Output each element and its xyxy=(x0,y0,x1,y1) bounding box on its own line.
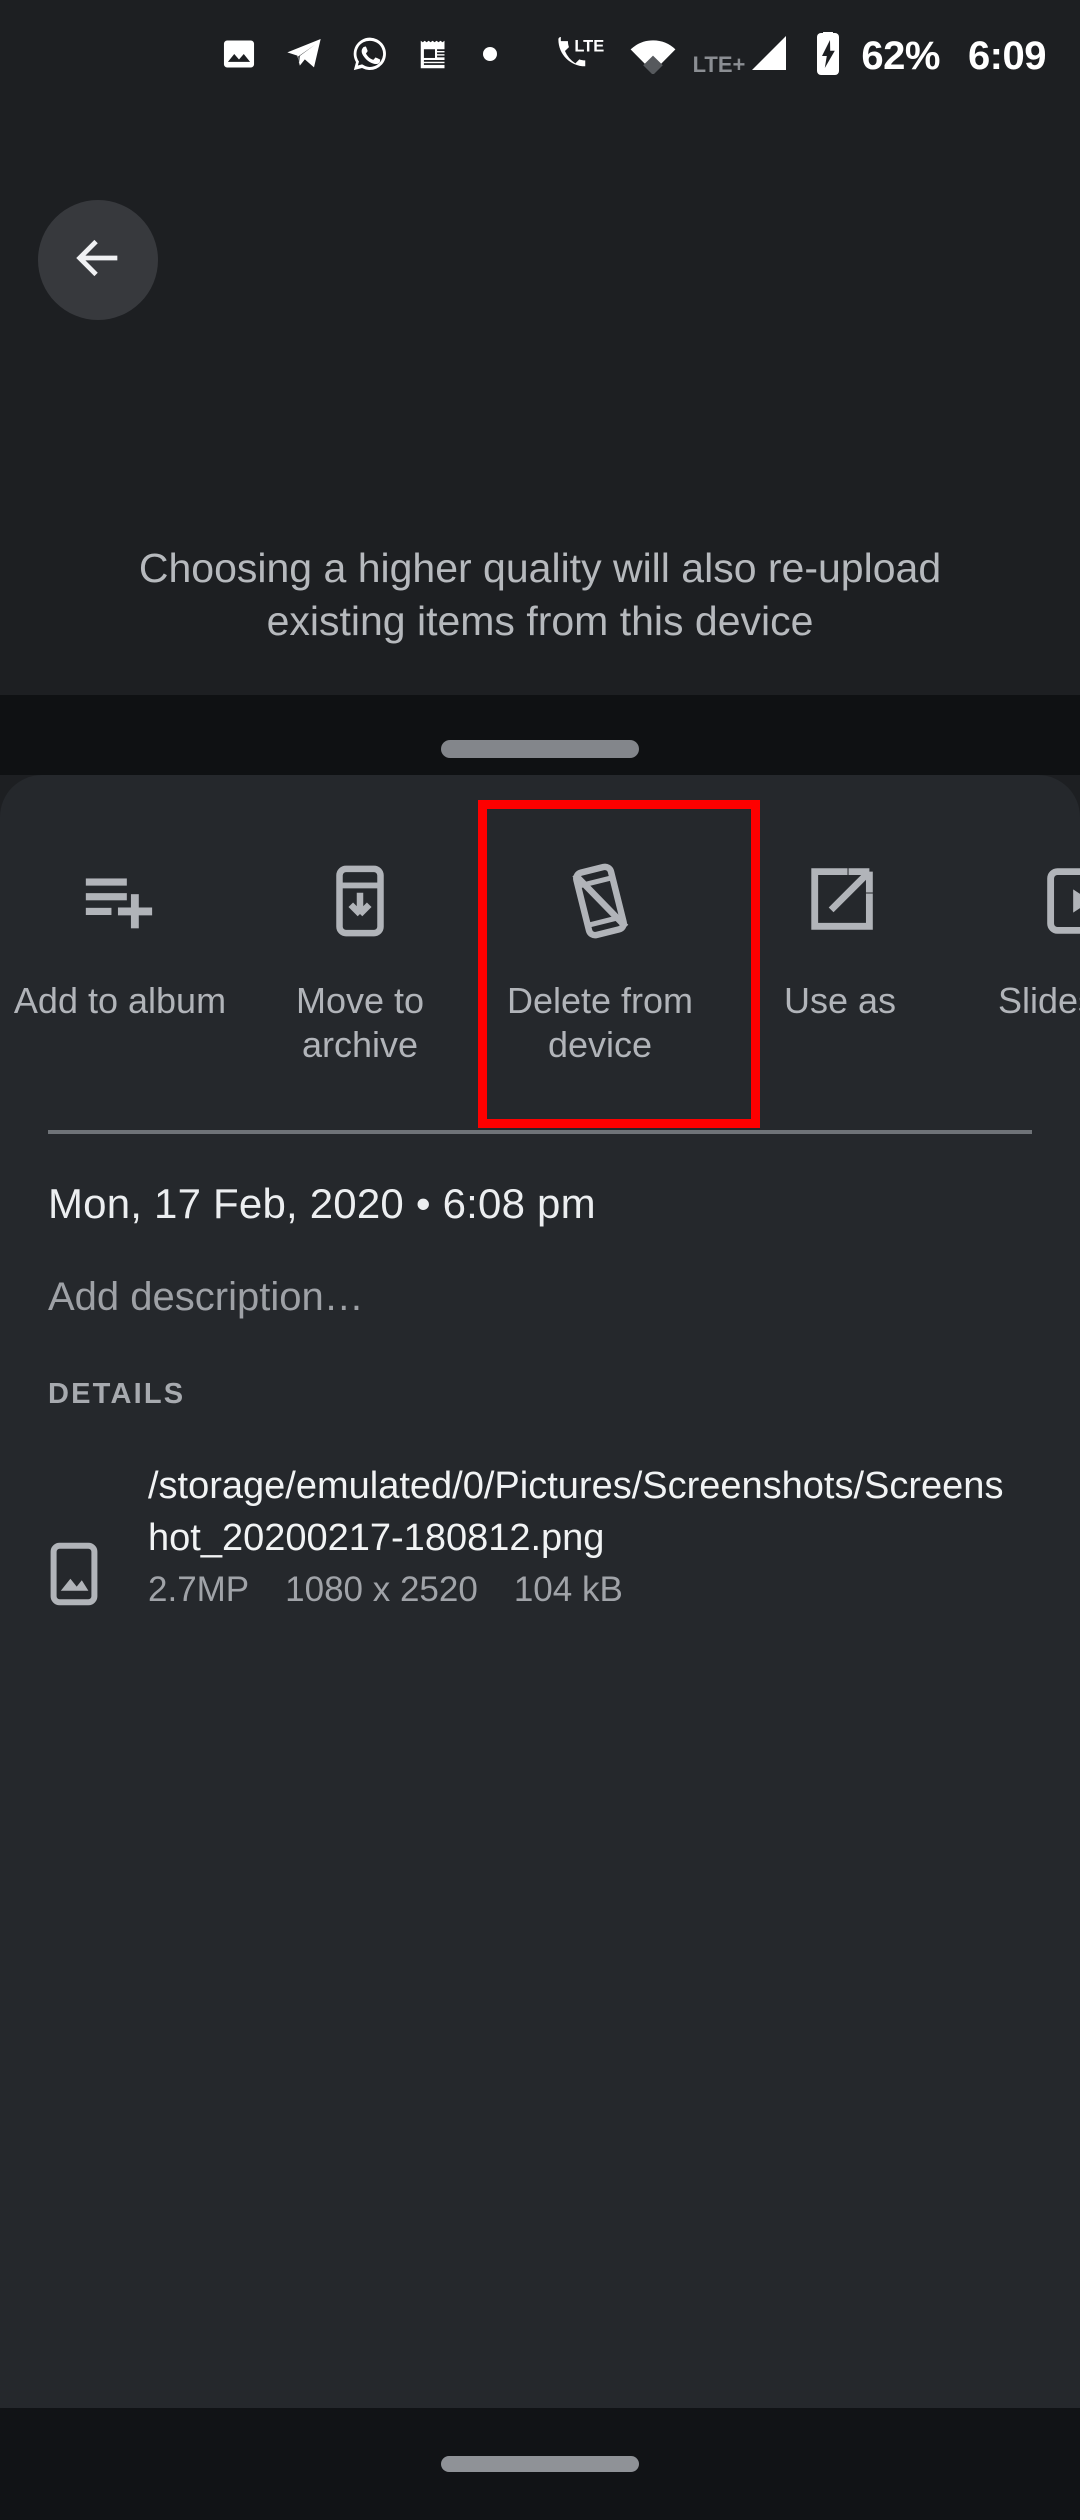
battery-percent-label: 62% xyxy=(861,33,940,78)
action-label: Delete from device xyxy=(506,980,694,1065)
lte-plus-label: LTE+ xyxy=(692,51,746,77)
quality-notice-line1: Choosing a higher quality will also re-u… xyxy=(138,545,942,591)
signal-icon xyxy=(747,34,793,79)
wifi-icon xyxy=(627,34,679,79)
add-description-field[interactable]: Add description… xyxy=(48,1275,364,1320)
dimensions-label: 1080 x 2520 xyxy=(285,1570,478,1609)
action-move-to-archive[interactable]: Move to archive xyxy=(240,800,480,1067)
action-label: Move to archive xyxy=(295,980,425,1065)
action-label: Use as xyxy=(783,980,897,1021)
quality-notice-line2: existing items from this device xyxy=(266,598,814,644)
details-text: /storage/emulated/0/Pictures/Screenshots… xyxy=(148,1460,1080,1610)
file-size-label: 104 kB xyxy=(513,1570,623,1609)
phone-screen: LTE LTE+ 62% 6:09 Choosing a higher qual… xyxy=(0,0,1080,2520)
navigation-bar xyxy=(0,2408,1080,2520)
call-lte-icon: LTE xyxy=(557,34,609,79)
clock-label: 6:09 xyxy=(967,33,1047,78)
photo-date-time[interactable]: Mon, 17 Feb, 2020 • 6:08 pm xyxy=(48,1180,596,1228)
details-heading: DETAILS xyxy=(48,1378,186,1410)
file-path-label: /storage/emulated/0/Pictures/Screenshots… xyxy=(148,1465,1004,1559)
megapixels-label: 2.7MP xyxy=(148,1570,250,1609)
photo-icon xyxy=(220,35,258,78)
backdrop-screen: Choosing a higher quality will also re-u… xyxy=(0,112,1080,775)
action-label: Slideshow xyxy=(997,980,1080,1021)
arrow-back-icon xyxy=(69,229,127,292)
status-bar-system: LTE LTE+ 62% 6:09 xyxy=(557,30,1047,81)
quality-notice: Choosing a higher quality will also re-u… xyxy=(0,542,1080,648)
status-bar-notifications xyxy=(30,34,557,79)
action-use-as[interactable]: Use as xyxy=(720,800,960,1023)
file-meta: 2.7MP 1080 x 2520 104 kB xyxy=(148,1570,1020,1610)
image-file-icon xyxy=(0,1460,148,1610)
back-button[interactable] xyxy=(38,200,158,320)
telegram-icon xyxy=(284,34,324,79)
action-slideshow[interactable]: Slideshow xyxy=(960,800,1080,1023)
slideshow-icon xyxy=(1039,855,1080,947)
sheet-divider xyxy=(48,1130,1032,1134)
battery-charging-icon xyxy=(811,30,845,81)
sheet-drag-handle[interactable] xyxy=(441,740,639,758)
home-gesture-pill[interactable] xyxy=(441,2456,639,2472)
news-icon xyxy=(416,35,454,78)
details-row[interactable]: /storage/emulated/0/Pictures/Screenshots… xyxy=(0,1460,1080,1610)
dot-icon xyxy=(480,44,500,69)
photo-info-sheet: Add to album Move to archive Delete from… xyxy=(0,775,1080,2425)
whatsapp-icon xyxy=(350,34,390,79)
action-add-to-album[interactable]: Add to album xyxy=(0,800,240,1023)
action-row[interactable]: Add to album Move to archive Delete from… xyxy=(0,800,1080,1105)
sheet-scrim xyxy=(0,695,1080,775)
action-delete-from-device[interactable]: Delete from device xyxy=(480,800,720,1067)
playlist-add-icon xyxy=(79,855,161,947)
action-label: Add to album xyxy=(13,980,227,1021)
archive-icon xyxy=(319,855,401,947)
open-in-new-icon xyxy=(799,855,881,947)
svg-text:LTE: LTE xyxy=(574,37,604,55)
phone-delete-icon xyxy=(559,855,641,947)
status-bar: LTE LTE+ 62% 6:09 xyxy=(0,0,1080,112)
